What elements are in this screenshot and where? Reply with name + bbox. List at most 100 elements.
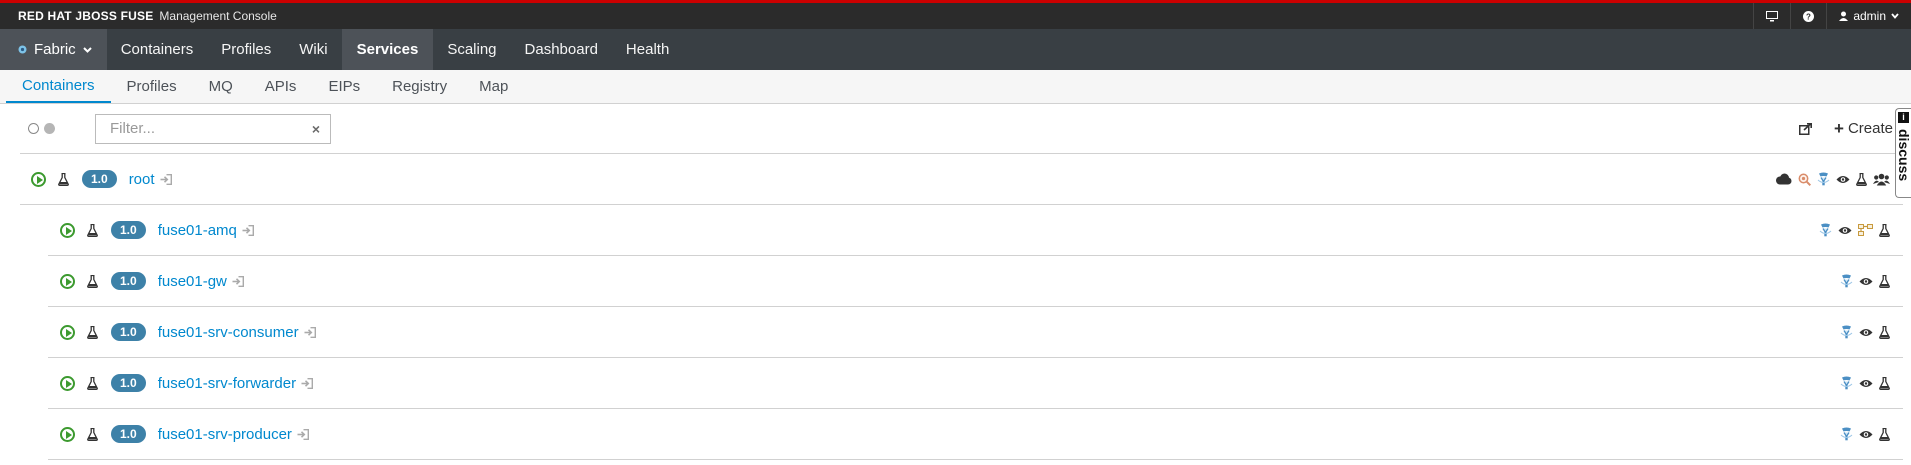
users-icon[interactable] [1873, 173, 1890, 186]
eye-icon[interactable] [1859, 327, 1873, 338]
nav-dashboard[interactable]: Dashboard [511, 29, 612, 70]
blueprint-icon[interactable] [1840, 274, 1853, 288]
login-icon[interactable] [304, 326, 316, 338]
flask-icon [87, 223, 98, 237]
flask-icon[interactable] [1879, 325, 1890, 339]
tab-eips[interactable]: EIPs [312, 70, 376, 103]
container-name-link[interactable]: root [129, 171, 155, 188]
zoom-icon[interactable] [1798, 173, 1811, 186]
deselect-all-radio[interactable] [28, 123, 39, 134]
flask-icon[interactable] [1879, 274, 1890, 288]
flask-icon [87, 274, 98, 288]
container-name-link[interactable]: fuse01-gw [158, 273, 227, 290]
tab-containers[interactable]: Containers [6, 70, 111, 103]
container-name-link[interactable]: fuse01-srv-forwarder [158, 375, 296, 392]
status-running-icon[interactable] [60, 222, 75, 238]
nav-health[interactable]: Health [612, 29, 683, 70]
main-nav: Fabric Containers Profiles Wiki Services… [0, 29, 1911, 70]
version-badge[interactable]: 1.0 [111, 221, 146, 239]
nav-containers[interactable]: Containers [107, 29, 208, 70]
brand-subtitle: Management Console [159, 9, 277, 23]
version-badge[interactable]: 1.0 [111, 323, 146, 341]
status-running-icon[interactable] [60, 273, 75, 289]
container-service-icons [1840, 325, 1903, 339]
status-running-icon[interactable] [60, 426, 75, 442]
create-button[interactable]: + Create [1834, 119, 1893, 139]
fabric-icon [18, 45, 27, 54]
login-icon[interactable] [232, 275, 244, 287]
discuss-tab[interactable]: i discuss [1895, 108, 1911, 198]
status-running-icon[interactable] [60, 324, 75, 340]
status-running-icon[interactable] [31, 171, 46, 187]
help-icon: ? [1803, 10, 1815, 22]
flask-icon[interactable] [1879, 427, 1890, 441]
create-label: Create [1847, 120, 1893, 137]
nav-wiki[interactable]: Wiki [285, 29, 341, 70]
version-badge[interactable]: 1.0 [111, 425, 146, 443]
blueprint-icon[interactable] [1840, 325, 1853, 339]
fabric-dropdown[interactable]: Fabric [0, 29, 107, 70]
login-icon[interactable] [160, 173, 172, 185]
monitor-icon [1766, 10, 1779, 21]
nav-services[interactable]: Services [341, 29, 434, 70]
flask-icon[interactable] [1879, 223, 1890, 237]
blueprint-icon[interactable] [1840, 427, 1853, 441]
container-list: 1.0 root 1.0 fuse01-amq 1.0 fuse01-gw 1.0 fuse0… [20, 154, 1903, 460]
flask-icon [58, 172, 69, 186]
containers-toolbar: × + Create [20, 104, 1903, 154]
clear-filter-icon[interactable]: × [312, 121, 320, 137]
version-badge[interactable]: 1.0 [111, 272, 146, 290]
eye-icon[interactable] [1859, 378, 1873, 389]
container-row[interactable]: 1.0 fuse01-srv-forwarder [48, 358, 1903, 409]
user-menu[interactable]: admin [1826, 3, 1911, 29]
eye-icon[interactable] [1836, 174, 1850, 185]
info-icon: i [1898, 112, 1909, 123]
tab-map[interactable]: Map [463, 70, 524, 103]
share-icon[interactable] [1799, 122, 1813, 135]
monitor-button[interactable] [1753, 3, 1790, 29]
eye-icon[interactable] [1859, 276, 1873, 287]
status-running-icon[interactable] [60, 375, 75, 391]
blueprint-icon[interactable] [1817, 172, 1830, 186]
login-icon[interactable] [242, 224, 254, 236]
eye-icon[interactable] [1838, 225, 1852, 236]
flask-icon[interactable] [1856, 172, 1867, 186]
container-row-main: 1.0 fuse01-srv-producer [48, 425, 309, 443]
tab-mq[interactable]: MQ [193, 70, 249, 103]
broker-icon[interactable] [1858, 224, 1873, 236]
container-name-link[interactable]: fuse01-srv-producer [158, 426, 292, 443]
container-row[interactable]: 1.0 fuse01-srv-producer [48, 409, 1903, 460]
container-row[interactable]: 1.0 fuse01-gw [48, 256, 1903, 307]
select-all-radio[interactable] [44, 123, 55, 134]
filter-box: × [95, 113, 331, 144]
user-name: admin [1853, 9, 1886, 23]
tab-registry[interactable]: Registry [376, 70, 463, 103]
container-name-link[interactable]: fuse01-amq [158, 222, 237, 239]
container-row[interactable]: 1.0 root [20, 154, 1903, 205]
container-service-icons [1775, 172, 1903, 186]
tab-profiles[interactable]: Profiles [111, 70, 193, 103]
filter-input[interactable] [110, 120, 312, 137]
container-row[interactable]: 1.0 fuse01-amq [48, 205, 1903, 256]
flask-icon[interactable] [1879, 376, 1890, 390]
eye-icon[interactable] [1859, 429, 1873, 440]
tab-apis[interactable]: APIs [249, 70, 313, 103]
user-icon [1839, 11, 1849, 21]
container-service-icons [1840, 427, 1903, 441]
help-button[interactable]: ? [1790, 3, 1826, 29]
blueprint-icon[interactable] [1840, 376, 1853, 390]
nav-scaling[interactable]: Scaling [433, 29, 510, 70]
nav-profiles[interactable]: Profiles [207, 29, 285, 70]
flask-icon [87, 376, 98, 390]
cloud-icon[interactable] [1775, 173, 1792, 185]
container-name-link[interactable]: fuse01-srv-consumer [158, 324, 299, 341]
login-icon[interactable] [297, 428, 309, 440]
container-row-main: 1.0 root [20, 170, 172, 188]
container-row[interactable]: 1.0 fuse01-srv-consumer [48, 307, 1903, 358]
version-badge[interactable]: 1.0 [111, 374, 146, 392]
chevron-down-icon [82, 46, 92, 53]
version-badge[interactable]: 1.0 [82, 170, 117, 188]
container-row-main: 1.0 fuse01-gw [48, 272, 244, 290]
login-icon[interactable] [301, 377, 314, 389]
blueprint-icon[interactable] [1819, 223, 1832, 237]
